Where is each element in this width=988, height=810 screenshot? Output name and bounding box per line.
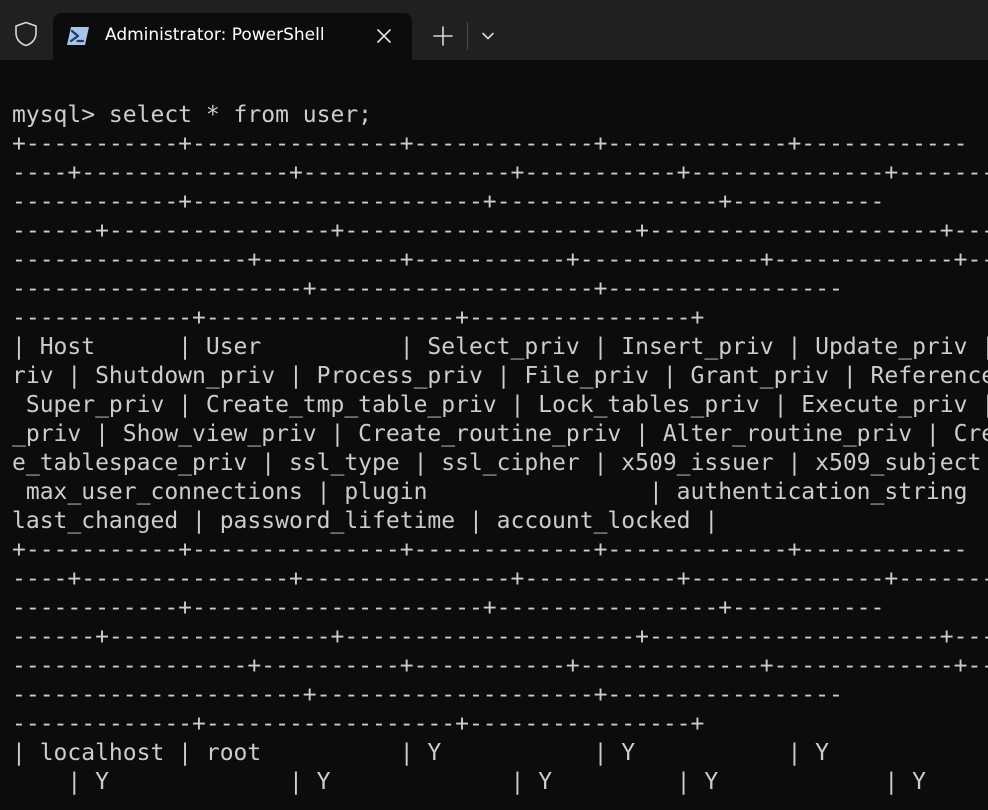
terminal-line: -----------------+----------+-----------… — [12, 247, 988, 273]
terminal-line: Super_priv | Create_tmp_table_priv | Loc… — [12, 392, 988, 418]
plus-icon — [433, 26, 453, 46]
powershell-window: Administrator: PowerShell mysql> select … — [0, 0, 988, 810]
close-icon[interactable] — [375, 27, 393, 45]
terminal-line: ---------------------+------------------… — [12, 276, 843, 302]
terminal-line: -----------------+----------+-----------… — [12, 653, 988, 679]
new-tab-button[interactable] — [428, 22, 458, 50]
terminal-line: max_user_connections | plugin | authenti… — [12, 479, 968, 505]
tab-powershell[interactable]: Administrator: PowerShell — [53, 13, 412, 60]
tab-dropdown-button[interactable] — [474, 22, 502, 50]
terminal-line: riv | Shutdown_priv | Process_priv | Fil… — [12, 363, 988, 389]
terminal-line: +-----------+---------------+-----------… — [12, 131, 968, 157]
terminal-line: e_tablespace_priv | ssl_type | ssl_ciphe… — [12, 450, 982, 476]
terminal-line: last_changed | password_lifetime | accou… — [12, 508, 719, 534]
terminal-line: _priv | Show_view_priv | Create_routine_… — [12, 421, 988, 447]
titlebar-separator — [467, 22, 468, 50]
terminal-line: ---------------------+------------------… — [12, 682, 843, 708]
terminal-line: ------+----------------+----------------… — [12, 624, 988, 650]
tab-title: Administrator: PowerShell — [105, 25, 325, 45]
terminal-line: | Y | Y | Y | Y | Y — [12, 769, 926, 795]
title-bar: Administrator: PowerShell — [0, 0, 988, 60]
shield-icon — [15, 21, 37, 47]
terminal-line: ------------+---------------------+-----… — [12, 595, 885, 621]
terminal-line: -------------+------------------+-------… — [12, 711, 705, 737]
terminal-output[interactable]: mysql> select * from user; +-----------+… — [0, 60, 988, 810]
terminal-line: ------------+---------------------+-----… — [12, 189, 885, 215]
terminal-line: -------------+------------------+-------… — [12, 305, 705, 331]
powershell-icon — [67, 27, 89, 45]
terminal-line: | localhost | root | Y | Y | Y — [12, 740, 829, 766]
terminal-line: ----+---------------+---------------+---… — [12, 566, 988, 592]
chevron-down-icon — [482, 32, 494, 40]
terminal-line: ------+----------------+----------------… — [12, 218, 988, 244]
shield-button[interactable] — [0, 8, 52, 60]
terminal-line: +-----------+---------------+-----------… — [12, 537, 968, 563]
terminal-line: | Host | User | Select_priv | Insert_pri… — [12, 334, 988, 360]
terminal-line: mysql> select * from user; — [12, 102, 373, 128]
terminal-line: ----+---------------+---------------+---… — [12, 160, 988, 186]
